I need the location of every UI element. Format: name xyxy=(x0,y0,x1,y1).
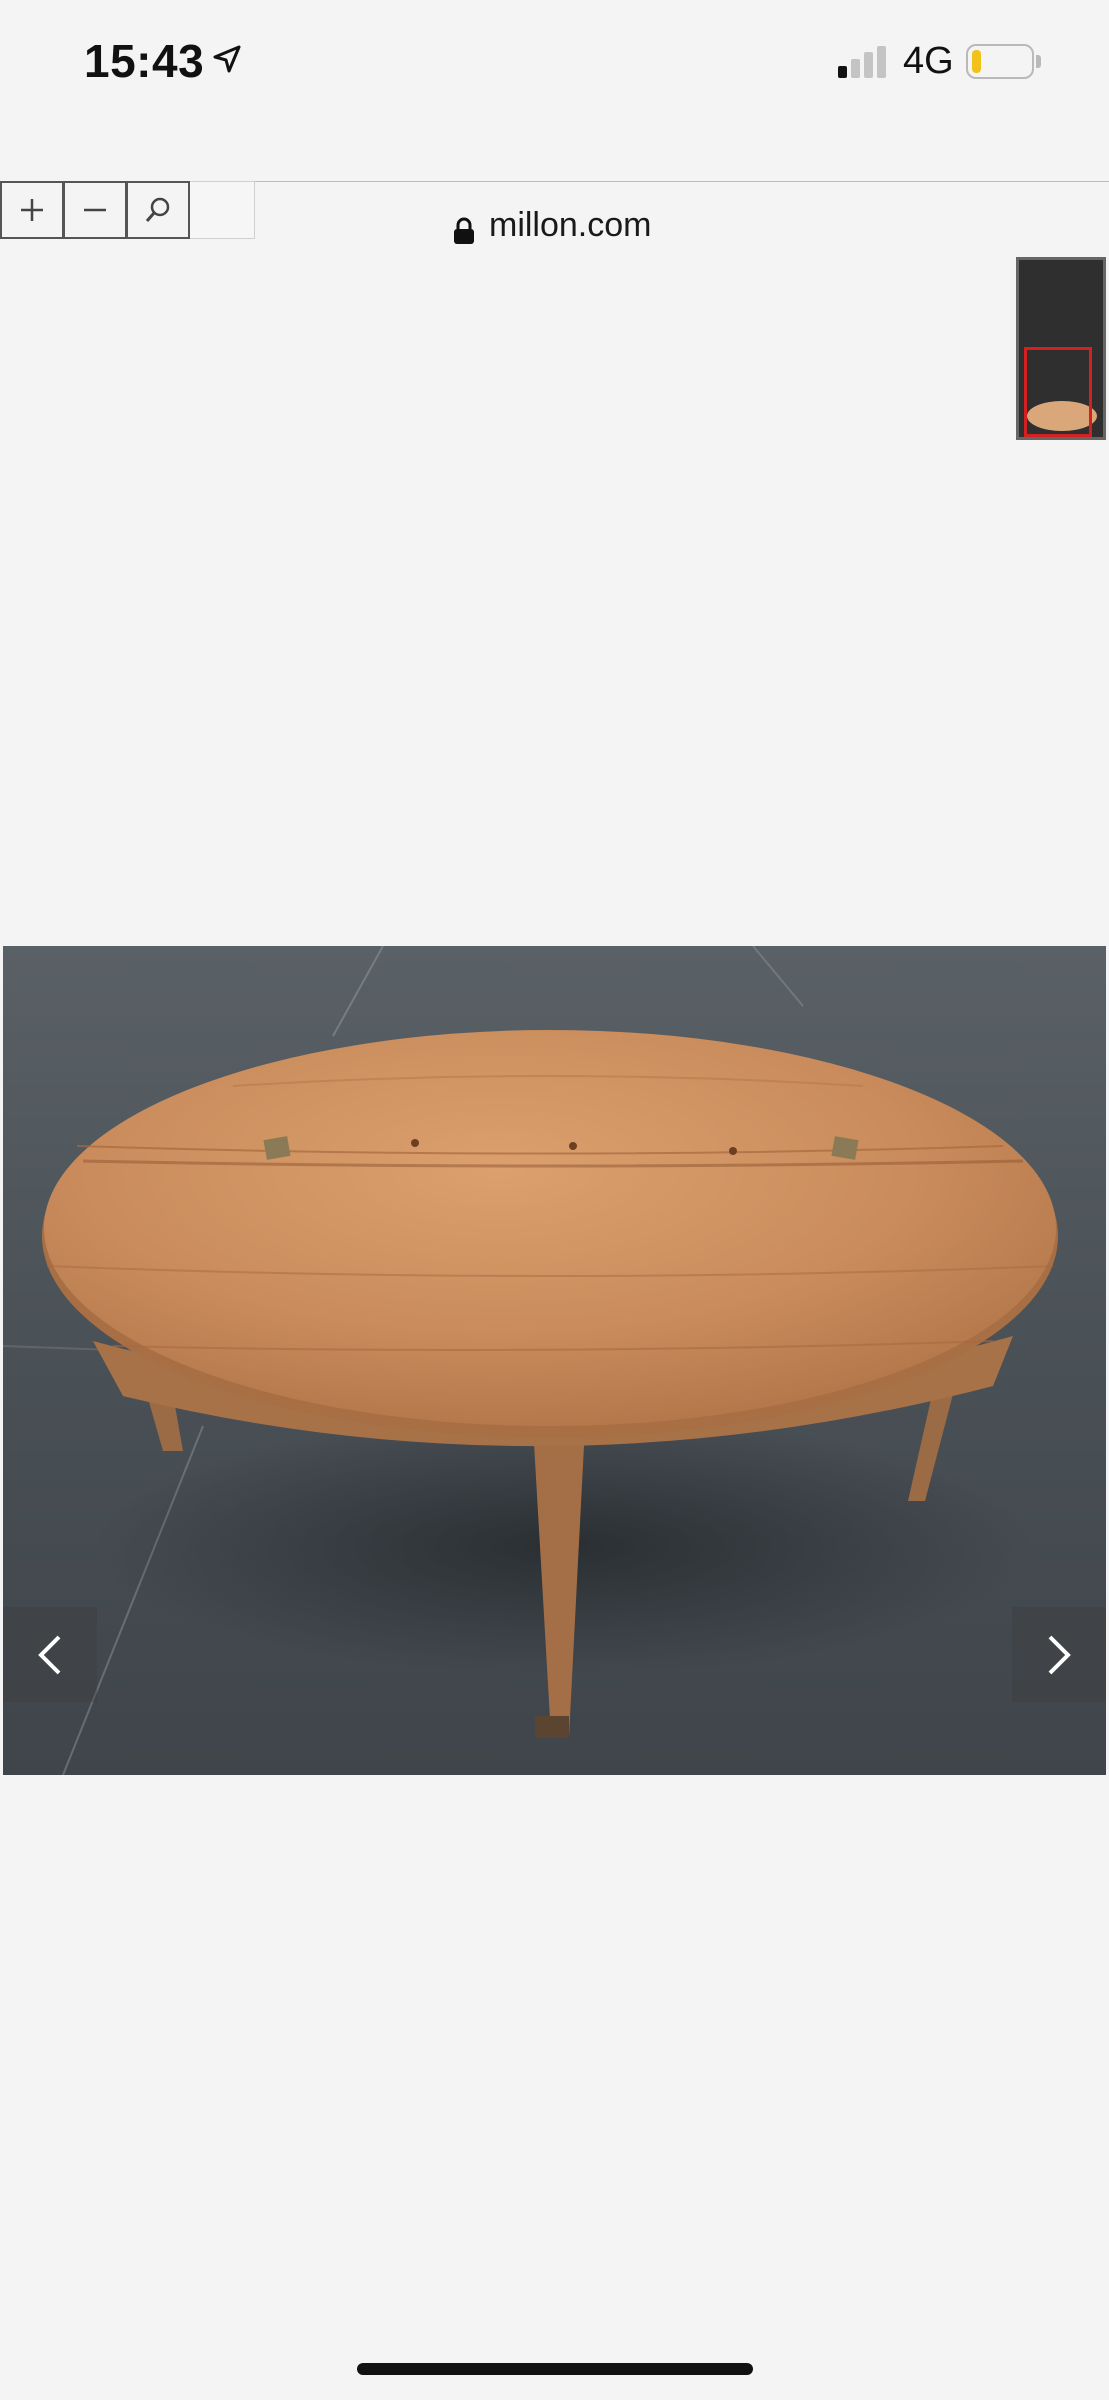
clock: 15:43 xyxy=(84,35,205,87)
home-indicator[interactable] xyxy=(357,2363,753,2375)
location-arrow-icon xyxy=(213,45,241,73)
address-bar[interactable]: millon.com xyxy=(0,98,1109,244)
navigator-viewport[interactable] xyxy=(1024,347,1092,437)
image-navigator[interactable] xyxy=(1016,257,1106,440)
url-text: millon.com xyxy=(489,206,652,244)
plus-icon xyxy=(21,199,43,221)
zoom-reset-button[interactable] xyxy=(126,181,190,239)
battery-icon xyxy=(966,44,1034,79)
fullscreen-button[interactable] xyxy=(189,181,255,239)
network-type: 4G xyxy=(903,40,954,82)
chevron-right-icon xyxy=(1048,1635,1071,1674)
table-photo-image xyxy=(3,946,1106,1775)
zoom-in-button[interactable] xyxy=(0,181,64,239)
lock-icon xyxy=(454,217,474,244)
minus-icon xyxy=(84,208,106,212)
zoom-out-button[interactable] xyxy=(63,181,127,239)
battery-cap xyxy=(1036,55,1041,68)
cellular-signal-icon xyxy=(838,46,888,78)
next-image-button[interactable] xyxy=(1012,1607,1106,1702)
product-photo-table[interactable] xyxy=(3,946,1106,1775)
magnifier-icon xyxy=(145,197,170,222)
zoom-controls xyxy=(0,181,255,240)
previous-image-button[interactable] xyxy=(3,1607,97,1702)
chevron-left-icon xyxy=(38,1635,61,1674)
